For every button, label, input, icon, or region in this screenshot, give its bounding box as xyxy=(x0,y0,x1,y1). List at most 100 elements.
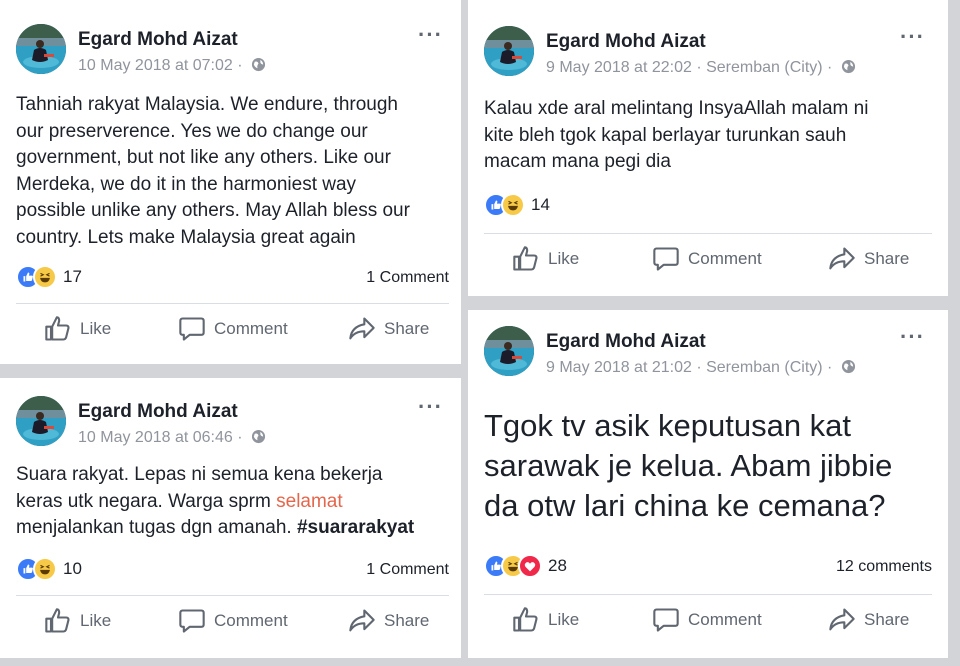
highlighted-word[interactable]: selamat xyxy=(276,491,343,512)
share-label: Share xyxy=(384,319,430,338)
comment-label: Comment xyxy=(214,319,288,338)
post-text-line: Kalau xde aral melintang InsyaAllah mala… xyxy=(484,98,869,119)
like-button[interactable]: Like xyxy=(44,607,111,635)
post-text-line: macam mana pegi dia xyxy=(484,151,671,172)
share-arrow-icon xyxy=(348,315,376,343)
comment-label: Comment xyxy=(688,249,762,268)
haha-reaction-icon xyxy=(501,193,525,217)
like-button[interactable]: Like xyxy=(512,245,579,273)
post-header: Egard Mohd Aizat 10 May 2018 at 07:02 · … xyxy=(16,22,461,84)
meta-separator: · xyxy=(691,359,707,376)
post-text-line: da otw lari china ke cemana? xyxy=(484,488,886,523)
right-edge xyxy=(948,0,960,666)
author-name[interactable]: Egard Mohd Aizat xyxy=(78,29,238,51)
comment-count[interactable]: 1 Comment xyxy=(366,561,449,579)
meta-separator: · xyxy=(822,359,837,376)
author-name[interactable]: Egard Mohd Aizat xyxy=(78,401,238,423)
post-text-segment: keras utk negara. Warga sprm xyxy=(16,490,277,512)
like-label: Like xyxy=(548,249,580,268)
post-location[interactable]: Seremban (City) xyxy=(706,59,822,76)
author-name[interactable]: Egard Mohd Aizat xyxy=(546,31,706,53)
comment-count[interactable]: 1 Comment xyxy=(366,269,449,287)
meta-separator: · xyxy=(232,57,247,74)
comment-button[interactable]: Comment xyxy=(652,606,762,634)
post-text-line: Suara rakyat. Lepas ni semua kena bekerj… xyxy=(16,464,383,485)
post-header: Egard Mohd Aizat 9 May 2018 at 22:02 · S… xyxy=(484,24,948,86)
post-date[interactable]: 10 May 2018 at 06:46 xyxy=(78,429,233,446)
more-options-icon[interactable]: ··· xyxy=(900,24,925,50)
reaction-count: 10 xyxy=(63,559,82,578)
share-button[interactable]: Share xyxy=(348,315,429,343)
post-text: Suara rakyat. Lepas ni semua kena bekerj… xyxy=(16,462,414,542)
comment-label: Comment xyxy=(688,610,762,629)
post-header: Egard Mohd Aizat 10 May 2018 at 06:46 · … xyxy=(16,394,461,456)
thumbs-up-icon xyxy=(44,607,72,635)
post-actions: Like Comment Share xyxy=(468,245,948,285)
avatar[interactable] xyxy=(16,24,66,74)
post-card-3: Egard Mohd Aizat 9 May 2018 at 22:02 · S… xyxy=(468,8,948,296)
thumbs-up-icon xyxy=(512,245,540,273)
avatar[interactable] xyxy=(16,396,66,446)
post-separator xyxy=(468,296,948,310)
more-options-icon[interactable]: ··· xyxy=(900,324,925,350)
globe-icon xyxy=(841,59,856,74)
hashtag-link[interactable]: #suararakyat xyxy=(297,517,414,538)
post-date[interactable]: 10 May 2018 at 07:02 xyxy=(78,57,233,74)
post-text-line: sarawak je kelua. Abam jibbie xyxy=(484,448,893,483)
divider xyxy=(484,233,932,234)
comment-button[interactable]: Comment xyxy=(652,245,762,273)
globe-icon xyxy=(251,57,266,72)
share-button[interactable]: Share xyxy=(348,607,429,635)
post-text-line: country. Lets make Malaysia great again xyxy=(16,226,356,248)
share-label: Share xyxy=(384,611,430,630)
share-button[interactable]: Share xyxy=(828,606,909,634)
avatar[interactable] xyxy=(484,26,534,76)
post-separator xyxy=(0,364,461,378)
divider xyxy=(484,594,932,595)
reaction-count: 28 xyxy=(548,556,567,575)
reactions-summary[interactable]: 10 xyxy=(16,557,82,581)
globe-icon xyxy=(841,359,856,374)
post-actions: Like Comment Share xyxy=(0,315,461,355)
share-arrow-icon xyxy=(828,245,856,273)
post-text-line: Tahniah rakyat Malaysia. We endure, thro… xyxy=(16,94,398,115)
share-button[interactable]: Share xyxy=(828,245,909,273)
reactions-summary[interactable]: 28 xyxy=(484,554,567,578)
post-location[interactable]: Seremban (City) xyxy=(706,359,822,376)
post-text-line: kite bleh tgok kapal berlayar turunkan s… xyxy=(484,124,847,146)
like-button[interactable]: Like xyxy=(44,315,111,343)
post-text: Tahniah rakyat Malaysia. We endure, thro… xyxy=(16,92,410,251)
post-meta: 10 May 2018 at 06:46 · xyxy=(78,429,266,447)
divider xyxy=(16,595,449,596)
haha-reaction-icon xyxy=(33,265,57,289)
avatar[interactable] xyxy=(484,326,534,376)
more-options-icon[interactable]: ··· xyxy=(418,394,443,420)
more-options-icon[interactable]: ··· xyxy=(418,22,443,48)
author-name[interactable]: Egard Mohd Aizat xyxy=(546,331,706,353)
share-label: Share xyxy=(864,249,910,268)
like-button[interactable]: Like xyxy=(512,606,579,634)
comment-count[interactable]: 12 comments xyxy=(836,558,932,576)
post-text-line: possible unlike any others. May Allah bl… xyxy=(16,200,410,221)
comment-button[interactable]: Comment xyxy=(178,607,288,635)
post-text: Tgok tv asik keputusan kat sarawak je ke… xyxy=(484,406,892,526)
post-actions: Like Comment Share xyxy=(468,606,948,646)
post-date[interactable]: 9 May 2018 at 22:02 xyxy=(546,59,692,76)
comment-button[interactable]: Comment xyxy=(178,315,288,343)
like-label: Like xyxy=(80,611,112,630)
post-card-4: Egard Mohd Aizat 9 May 2018 at 21:02 · S… xyxy=(468,310,948,658)
post-text-segment: menjalankan tugas dgn amanah. xyxy=(16,517,297,538)
post-meta: 10 May 2018 at 07:02 · xyxy=(78,57,266,75)
comment-bubble-icon xyxy=(652,606,680,634)
post-date[interactable]: 9 May 2018 at 21:02 xyxy=(546,359,692,376)
post-text-line: keras utk negara. Warga sprm selamat xyxy=(16,489,414,516)
post-card-2: Egard Mohd Aizat 10 May 2018 at 06:46 · … xyxy=(0,378,461,658)
reactions-summary[interactable]: 14 xyxy=(484,193,550,217)
comment-label: Comment xyxy=(214,611,288,630)
haha-reaction-icon xyxy=(33,557,57,581)
reactions-summary[interactable]: 17 xyxy=(16,265,82,289)
meta-separator: · xyxy=(691,59,707,76)
post-text: Kalau xde aral melintang InsyaAllah mala… xyxy=(484,96,868,176)
post-text-line: menjalankan tugas dgn amanah. #suararaky… xyxy=(16,515,414,542)
bottom-edge xyxy=(0,658,960,666)
